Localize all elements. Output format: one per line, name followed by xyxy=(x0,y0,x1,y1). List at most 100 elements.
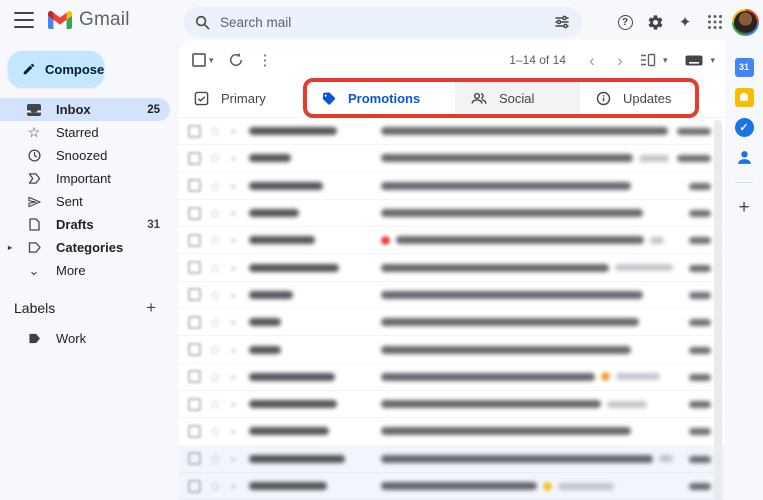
tune-icon[interactable] xyxy=(554,14,570,30)
contacts-icon[interactable] xyxy=(729,142,759,172)
sidebar-item-important[interactable]: Important xyxy=(0,167,170,190)
row-checkbox[interactable] xyxy=(188,206,201,220)
email-row[interactable]: ☆ » xyxy=(178,227,725,255)
input-tools-icon[interactable] xyxy=(685,55,703,66)
email-row[interactable]: ☆ » xyxy=(178,418,725,446)
row-star-icon[interactable]: ☆ xyxy=(209,397,222,411)
row-checkbox[interactable] xyxy=(188,124,201,138)
row-star-icon[interactable]: ☆ xyxy=(209,206,222,220)
email-row[interactable]: ☆ » xyxy=(178,118,725,146)
row-important-icon[interactable]: » xyxy=(230,125,243,137)
row-important-icon[interactable]: » xyxy=(230,289,243,301)
label-tag-icon xyxy=(26,333,42,344)
list-scrollbar[interactable] xyxy=(714,120,722,500)
row-checkbox[interactable] xyxy=(188,397,201,411)
email-row[interactable]: ☆ » xyxy=(178,363,725,391)
row-important-icon[interactable]: » xyxy=(230,480,243,492)
row-important-icon[interactable]: » xyxy=(230,425,243,437)
row-star-icon[interactable]: ☆ xyxy=(209,370,222,384)
tab-promotions[interactable]: Promotions xyxy=(305,80,455,117)
sidebar-item-sent[interactable]: Sent xyxy=(0,190,170,213)
more-options-icon[interactable]: ⋮ xyxy=(258,51,273,69)
email-row[interactable]: ☆ » xyxy=(178,199,725,228)
row-important-icon[interactable]: » xyxy=(230,371,243,383)
row-important-icon[interactable]: » xyxy=(230,234,243,246)
add-label-button[interactable]: + xyxy=(146,298,156,318)
tab-label: Social xyxy=(499,91,535,106)
avatar[interactable] xyxy=(732,8,759,36)
row-important-icon[interactable]: » xyxy=(230,316,243,328)
row-star-icon[interactable]: ☆ xyxy=(209,261,222,275)
select-all-checkbox[interactable] xyxy=(192,53,206,67)
email-row[interactable]: ☆ » xyxy=(178,254,725,282)
sidebar-item-more[interactable]: ⌄ More xyxy=(0,259,170,282)
tab-primary[interactable]: Primary xyxy=(178,80,305,117)
refresh-icon[interactable] xyxy=(228,52,244,68)
row-star-icon[interactable]: ☆ xyxy=(209,343,222,357)
row-important-icon[interactable]: » xyxy=(230,207,243,219)
tab-social[interactable]: Social xyxy=(455,80,580,117)
row-important-icon[interactable]: » xyxy=(230,152,243,164)
row-star-icon[interactable]: ☆ xyxy=(209,233,222,247)
select-dropdown-icon[interactable]: ▾ xyxy=(209,55,214,66)
menu-icon[interactable] xyxy=(14,12,34,28)
row-checkbox[interactable] xyxy=(188,179,201,193)
email-row[interactable]: ☆ » xyxy=(178,145,725,173)
search-input[interactable]: Search mail xyxy=(220,15,554,30)
newer-page-icon[interactable]: ‹ xyxy=(580,52,604,69)
row-star-icon[interactable]: ☆ xyxy=(209,151,222,165)
split-pane-dropdown-icon[interactable]: ▾ xyxy=(663,55,668,66)
email-row[interactable]: ☆ » xyxy=(178,472,725,500)
email-row[interactable]: ☆ » xyxy=(178,281,725,310)
search-bar[interactable]: Search mail xyxy=(183,7,582,37)
row-checkbox[interactable] xyxy=(188,343,201,357)
row-checkbox[interactable] xyxy=(188,479,201,493)
sidebar-item-inbox[interactable]: Inbox 25 xyxy=(0,98,170,121)
row-checkbox[interactable] xyxy=(188,424,201,438)
email-row[interactable]: ☆ » xyxy=(178,172,725,200)
row-checkbox[interactable] xyxy=(188,370,201,384)
keep-icon[interactable] xyxy=(729,82,759,112)
gear-icon[interactable] xyxy=(640,7,670,37)
row-star-icon[interactable]: ☆ xyxy=(209,288,222,302)
row-checkbox[interactable] xyxy=(188,151,201,165)
sidebar-item-drafts[interactable]: Drafts 31 xyxy=(0,213,170,236)
row-important-icon[interactable]: » xyxy=(230,180,243,192)
row-star-icon[interactable]: ☆ xyxy=(209,124,222,138)
blurred-subject xyxy=(381,290,689,299)
compose-button[interactable]: Compose xyxy=(8,51,104,87)
sidebar-item-categories[interactable]: ▸ Categories xyxy=(0,236,170,259)
input-tools-dropdown-icon[interactable]: ▾ xyxy=(710,55,715,66)
row-important-icon[interactable]: » xyxy=(230,262,243,274)
tasks-icon[interactable]: ✓ xyxy=(729,112,759,142)
row-checkbox[interactable] xyxy=(188,261,201,275)
apps-grid-icon[interactable] xyxy=(700,7,730,37)
row-star-icon[interactable]: ☆ xyxy=(209,452,222,466)
sidebar-label-work[interactable]: Work xyxy=(0,326,170,350)
help-icon[interactable]: ? xyxy=(610,7,640,37)
expand-arrow-icon[interactable]: ▸ xyxy=(8,243,12,252)
row-important-icon[interactable]: » xyxy=(230,453,243,465)
sidebar-item-snoozed[interactable]: Snoozed xyxy=(0,144,170,167)
row-important-icon[interactable]: » xyxy=(230,398,243,410)
row-checkbox[interactable] xyxy=(188,452,201,466)
row-star-icon[interactable]: ☆ xyxy=(209,315,222,329)
row-important-icon[interactable]: » xyxy=(230,344,243,356)
calendar-icon[interactable]: 31 xyxy=(729,52,759,82)
email-row[interactable]: ☆ » xyxy=(178,309,725,337)
older-page-icon[interactable]: › xyxy=(608,52,632,69)
row-checkbox[interactable] xyxy=(188,288,201,302)
get-addons-button[interactable]: + xyxy=(729,193,759,223)
row-star-icon[interactable]: ☆ xyxy=(209,424,222,438)
gemini-sparkle-icon[interactable]: ✦ xyxy=(670,7,700,37)
row-checkbox[interactable] xyxy=(188,233,201,247)
row-checkbox[interactable] xyxy=(188,315,201,329)
email-row[interactable]: ☆ » xyxy=(178,390,725,419)
email-row[interactable]: ☆ » xyxy=(178,445,725,473)
row-star-icon[interactable]: ☆ xyxy=(209,479,222,493)
row-star-icon[interactable]: ☆ xyxy=(209,179,222,193)
split-pane-icon[interactable] xyxy=(640,53,656,67)
sidebar-item-starred[interactable]: ☆ Starred xyxy=(0,121,170,144)
tab-updates[interactable]: Updates xyxy=(580,80,705,117)
email-row[interactable]: ☆ » xyxy=(178,336,725,364)
